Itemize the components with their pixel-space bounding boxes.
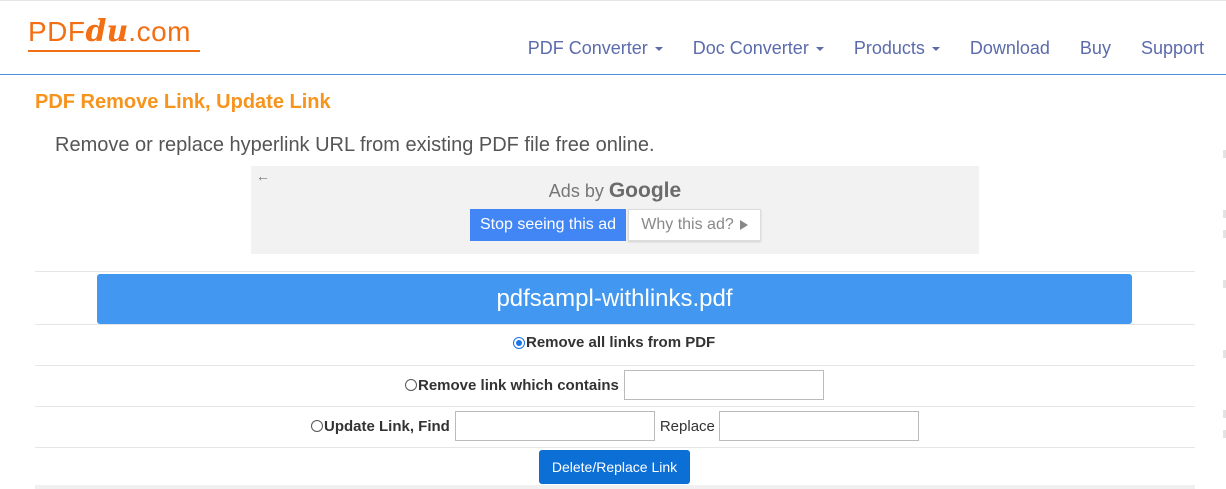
row-divider [35, 406, 1195, 407]
delete-replace-link-button[interactable]: Delete/Replace Link [539, 450, 690, 484]
scrollbar-edge [1218, 120, 1226, 480]
nav-download[interactable]: Download [970, 38, 1050, 59]
nav-label: Doc Converter [692, 38, 809, 58]
logo-text-pdf: PDF [28, 16, 86, 47]
nav-doc-converter[interactable]: Doc Converter [693, 38, 824, 59]
ad-banner: ← Ads by Google Stop seeing this ad Why … [251, 166, 979, 254]
nav-label: Buy [1079, 38, 1111, 58]
nav-label: Support [1140, 38, 1204, 58]
option-remove-all-label: Remove all links from PDF [526, 334, 716, 351]
main-nav: PDF Converter Doc Converter Products Dow… [528, 38, 1204, 59]
nav-label: PDF Converter [527, 38, 648, 58]
caret-down-icon [931, 46, 940, 51]
bottom-strip [35, 485, 1195, 489]
replace-label: Replace [659, 417, 715, 435]
adchoices-icon [739, 220, 748, 230]
why-this-ad-label: Why this ad? [641, 216, 734, 233]
row-divider [35, 365, 1195, 366]
ads-by-google: Ads by Google [251, 179, 979, 203]
nav-label: Products [853, 38, 925, 58]
page-subtitle: Remove or replace hyperlink URL from exi… [55, 134, 655, 156]
caret-down-icon [815, 46, 824, 51]
ads-by-label: Ads by [548, 181, 604, 201]
logo-underline [28, 50, 200, 52]
nav-label: Download [969, 38, 1050, 58]
option-remove-all: Remove all links from PDF [513, 334, 715, 351]
row-divider [35, 271, 1195, 272]
why-this-ad-button[interactable]: Why this ad? [628, 209, 761, 241]
option-remove-contains-label: Remove link which contains [418, 376, 619, 394]
selected-file-bar[interactable]: pdfsampl-withlinks.pdf [97, 274, 1132, 324]
row-divider [35, 324, 1195, 325]
page-title: PDF Remove Link, Update Link [35, 91, 331, 113]
radio-remove-all[interactable] [513, 336, 525, 349]
contains-input[interactable] [623, 370, 824, 400]
option-update-label: Update Link, Find [324, 417, 450, 435]
nav-pdf-converter[interactable]: PDF Converter [528, 38, 663, 59]
row-divider [35, 447, 1195, 448]
nav-products[interactable]: Products [854, 38, 940, 59]
find-input[interactable] [454, 411, 655, 441]
nav-buy[interactable]: Buy [1080, 38, 1111, 59]
radio-remove-contains[interactable] [405, 379, 417, 391]
option-update-link: Update Link, Find Replace [311, 411, 919, 441]
site-header: PDFdu.com PDF Converter Doc Converter Pr… [0, 0, 1226, 75]
site-logo[interactable]: PDFdu.com [28, 14, 200, 54]
stop-seeing-ad-button[interactable]: Stop seeing this ad [470, 209, 626, 241]
replace-input[interactable] [718, 411, 919, 441]
radio-update-link[interactable] [311, 420, 323, 432]
nav-support[interactable]: Support [1141, 38, 1204, 59]
caret-down-icon [654, 46, 663, 51]
logo-text-com: .com [128, 16, 191, 47]
logo-text-du: du [85, 14, 129, 49]
google-logo: Google [608, 179, 682, 202]
option-remove-contains: Remove link which contains [405, 370, 824, 400]
